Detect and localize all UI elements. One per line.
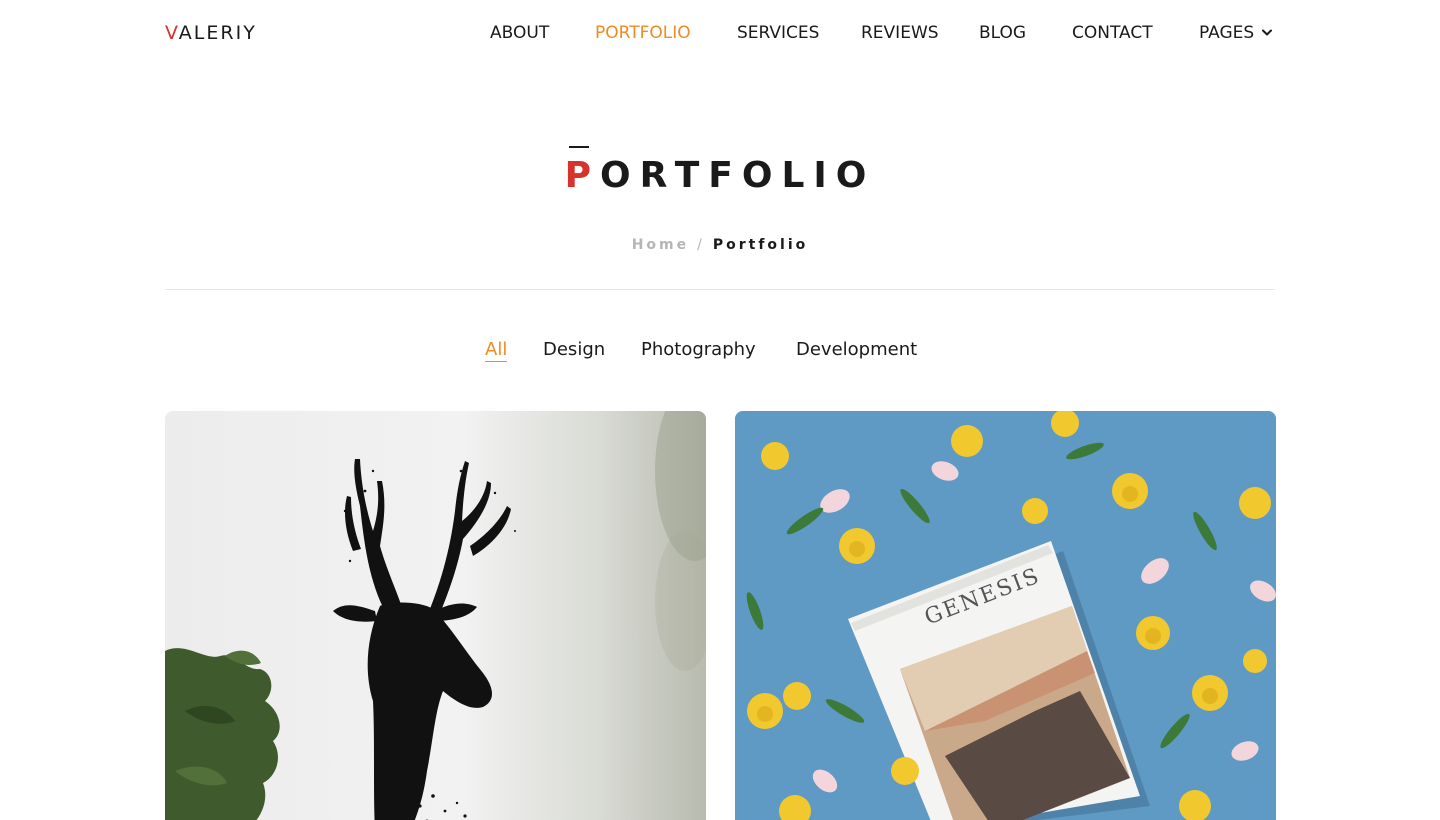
chevron-down-icon[interactable] <box>1261 27 1273 39</box>
nav-blog[interactable]: BLOG <box>979 23 1026 43</box>
section-divider <box>165 289 1275 290</box>
site-logo[interactable]: VALERIY <box>165 22 257 44</box>
nav-portfolio[interactable]: PORTFOLIO <box>595 23 691 43</box>
logo-initial: V <box>165 22 179 44</box>
portfolio-item-genesis[interactable]: GENESIS <box>735 411 1276 820</box>
genesis-book-image: GENESIS <box>735 411 1276 820</box>
title-text: ORTFOLIO <box>599 155 876 196</box>
breadcrumb-separator: / <box>697 237 705 253</box>
filter-all[interactable]: All <box>485 339 508 362</box>
filter-development[interactable]: Development <box>796 339 917 360</box>
page-title: PORTFOLIO <box>0 155 1440 196</box>
breadcrumb-current: Portfolio <box>712 237 809 253</box>
breadcrumb: Home / Portfolio <box>0 237 1440 253</box>
portfolio-item-deer[interactable] <box>165 411 706 820</box>
deer-artwork-image <box>165 411 706 820</box>
nav-about[interactable]: ABOUT <box>490 23 549 43</box>
site-header: VALERIY ABOUT PORTFOLIO SERVICES REVIEWS… <box>0 0 1440 70</box>
logo-text: ALERIY <box>178 22 257 44</box>
filter-design[interactable]: Design <box>543 339 605 360</box>
nav-services[interactable]: SERVICES <box>737 23 819 43</box>
filter-photography[interactable]: Photography <box>641 339 756 360</box>
title-initial: P <box>564 155 600 196</box>
breadcrumb-home[interactable]: Home <box>632 237 689 253</box>
title-accent-line <box>569 146 589 148</box>
nav-reviews[interactable]: REVIEWS <box>861 23 939 43</box>
nav-pages[interactable]: PAGES <box>1199 23 1254 43</box>
nav-contact[interactable]: CONTACT <box>1072 23 1153 43</box>
